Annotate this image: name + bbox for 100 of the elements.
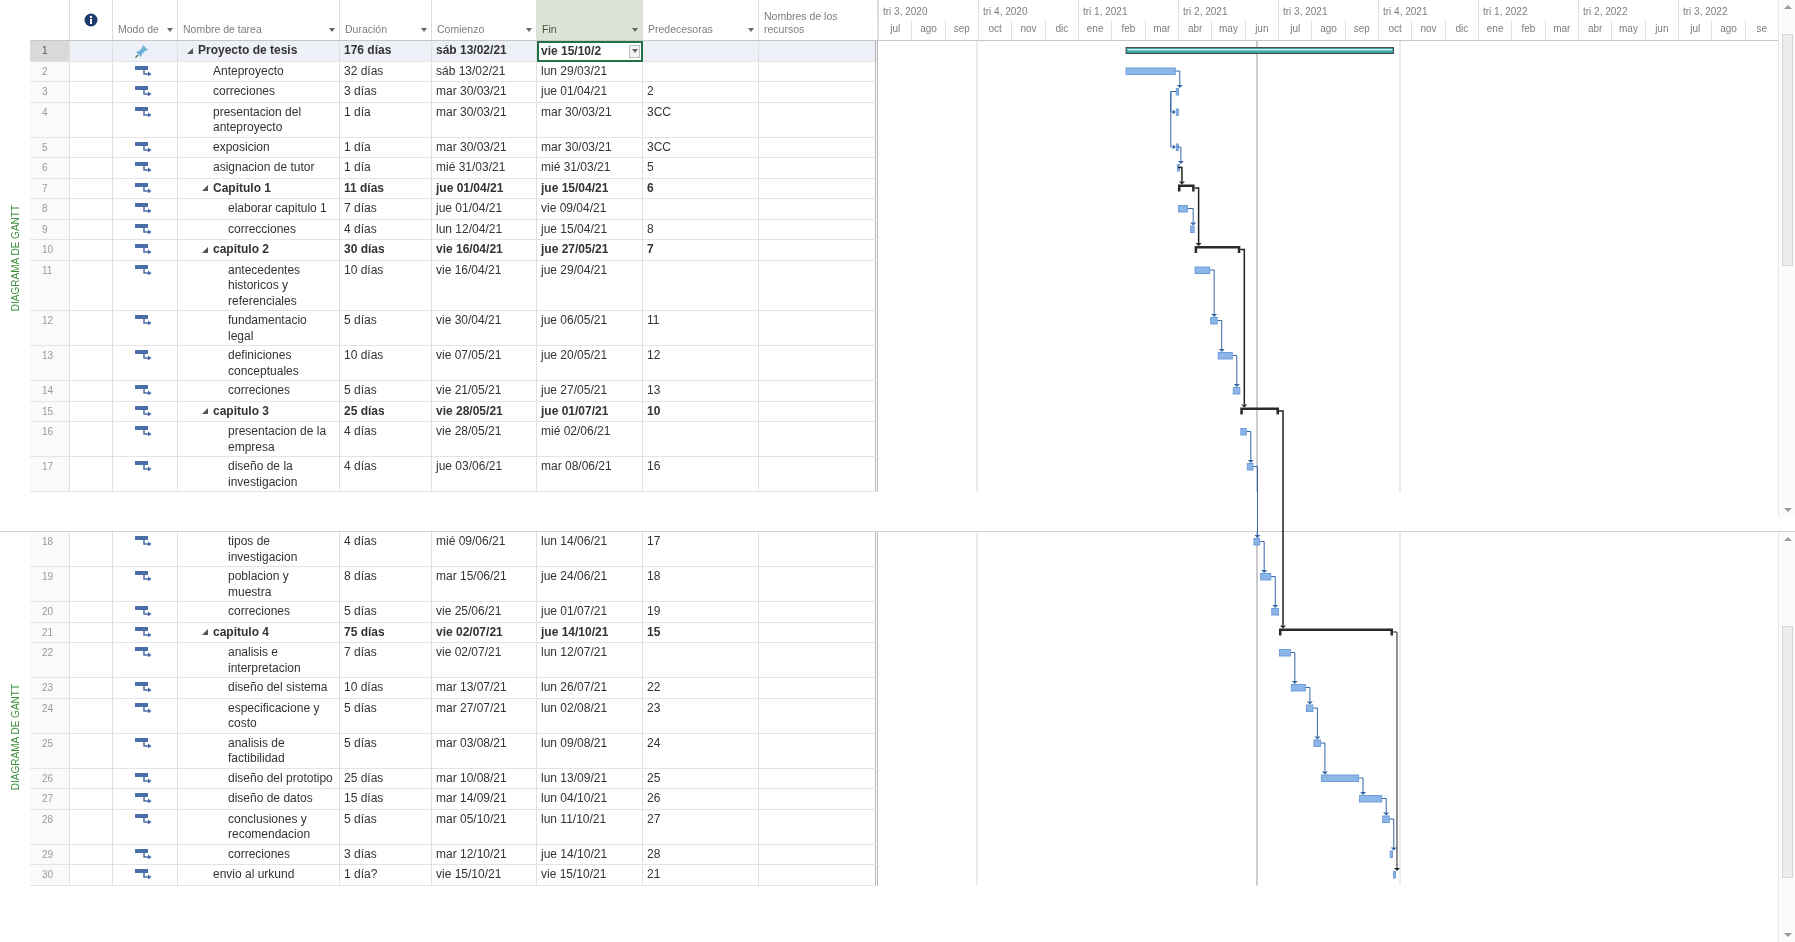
table-cell: vie 07/05/21 bbox=[432, 346, 537, 381]
table-cell: jue 01/04/21 bbox=[537, 82, 643, 103]
row-number[interactable]: 20 bbox=[30, 602, 70, 623]
column-header[interactable]: Nombre de tarea bbox=[178, 0, 340, 40]
month-label: ene bbox=[1478, 20, 1512, 40]
collapse-icon[interactable] bbox=[201, 407, 209, 416]
column-header[interactable]: Predecesoras bbox=[643, 0, 759, 40]
row-number[interactable]: 16 bbox=[30, 422, 70, 457]
row-number[interactable]: 21 bbox=[30, 622, 70, 643]
table-cell: mié 31/03/21 bbox=[537, 158, 643, 179]
row-number[interactable]: 25 bbox=[30, 733, 70, 769]
collapse-icon[interactable] bbox=[201, 184, 209, 193]
scroll-up-icon[interactable] bbox=[1783, 5, 1792, 9]
row-number[interactable]: 8 bbox=[30, 199, 70, 220]
row-number[interactable]: 27 bbox=[30, 789, 70, 810]
row-number[interactable]: 23 bbox=[30, 678, 70, 699]
scroll-up-icon[interactable] bbox=[1783, 537, 1792, 541]
row-number[interactable]: 10 bbox=[30, 240, 70, 261]
scroll-down-icon[interactable] bbox=[1783, 933, 1792, 937]
quarter-label: tri 1, 2022 bbox=[1478, 0, 1578, 20]
task-name: diseño de datos bbox=[228, 791, 314, 807]
collapse-icon[interactable] bbox=[186, 46, 194, 55]
scrollbar[interactable] bbox=[1778, 532, 1795, 942]
month-label: ene bbox=[1078, 20, 1112, 40]
scroll-down-icon[interactable] bbox=[1783, 508, 1792, 512]
column-header[interactable]: Modo de bbox=[113, 0, 178, 40]
scroll-thumb[interactable] bbox=[1782, 626, 1793, 878]
task-bar bbox=[1210, 317, 1218, 325]
column-header[interactable]: Fin bbox=[537, 0, 643, 40]
row-number[interactable]: 3 bbox=[30, 82, 70, 103]
dropdown-icon[interactable] bbox=[632, 28, 638, 32]
row-number[interactable]: 7 bbox=[30, 178, 70, 199]
table-cell: 13 bbox=[643, 381, 759, 402]
row-number[interactable]: 6 bbox=[30, 158, 70, 179]
row-number[interactable]: 14 bbox=[30, 381, 70, 402]
dropdown-icon[interactable] bbox=[329, 28, 335, 32]
row-number[interactable]: 18 bbox=[30, 532, 70, 567]
month-label: ago bbox=[1711, 20, 1745, 40]
table-cell: jue 15/04/21 bbox=[537, 219, 643, 240]
row-number[interactable]: 17 bbox=[30, 457, 70, 492]
table-cell: 25 bbox=[643, 768, 759, 789]
row-number[interactable]: 26 bbox=[30, 768, 70, 789]
scrollbar[interactable] bbox=[1778, 0, 1795, 517]
row-number[interactable]: 13 bbox=[30, 346, 70, 381]
dropdown-icon[interactable] bbox=[421, 28, 427, 32]
collapse-icon[interactable] bbox=[201, 245, 209, 254]
row-number[interactable]: 19 bbox=[30, 567, 70, 602]
table-cell: mar 05/10/21 bbox=[432, 809, 537, 845]
summary-bar bbox=[1177, 184, 1195, 192]
row-number[interactable]: 2 bbox=[30, 61, 70, 82]
table-cell: mar 30/03/21 bbox=[432, 137, 537, 158]
column-header[interactable]: Duración bbox=[340, 0, 432, 40]
row-number[interactable]: 12 bbox=[30, 311, 70, 346]
quarter-label: tri 3, 2021 bbox=[1278, 0, 1378, 20]
table-cell: jue 14/10/21 bbox=[537, 622, 643, 643]
table-cell: 176 días bbox=[340, 41, 432, 62]
row-number[interactable]: 11 bbox=[30, 260, 70, 311]
table-cell: jue 20/05/21 bbox=[537, 346, 643, 381]
table-cell: 24 bbox=[643, 733, 759, 769]
table-cell: 10 días bbox=[340, 678, 432, 699]
month-label: ago bbox=[911, 20, 945, 40]
row-number[interactable]: 24 bbox=[30, 698, 70, 734]
table-cell: lun 09/08/21 bbox=[537, 733, 643, 769]
dropdown-button[interactable] bbox=[629, 44, 640, 58]
row-number[interactable]: 22 bbox=[30, 643, 70, 678]
date-field[interactable]: vie 15/10/2 bbox=[537, 41, 643, 62]
row-number[interactable]: 9 bbox=[30, 219, 70, 240]
column-header[interactable]: Nombres de los recursos bbox=[759, 0, 878, 40]
dropdown-icon[interactable] bbox=[167, 28, 173, 32]
row-number[interactable]: 4 bbox=[30, 102, 70, 138]
table-cell: 10 bbox=[643, 401, 759, 422]
task-name: Proyecto de tesis bbox=[198, 43, 299, 59]
task-name: envio al urkund bbox=[213, 867, 296, 883]
row-number[interactable]: 29 bbox=[30, 844, 70, 865]
table-cell: jue 27/05/21 bbox=[537, 240, 643, 261]
month-label: jul bbox=[878, 20, 912, 40]
dropdown-icon[interactable] bbox=[526, 28, 532, 32]
month-label: sep bbox=[1344, 20, 1378, 40]
task-bar bbox=[1125, 67, 1176, 75]
row-number[interactable]: 1 bbox=[30, 41, 70, 62]
row-number[interactable]: 5 bbox=[30, 137, 70, 158]
row-number[interactable]: 30 bbox=[30, 865, 70, 886]
quarter-label: tri 1, 2021 bbox=[1078, 0, 1178, 20]
table-cell: 12 bbox=[643, 346, 759, 381]
table-cell: 27 bbox=[643, 809, 759, 845]
table-cell: lun 14/06/21 bbox=[537, 532, 643, 567]
collapse-icon[interactable] bbox=[201, 628, 209, 637]
task-bar bbox=[1217, 352, 1233, 360]
scroll-thumb[interactable] bbox=[1782, 34, 1793, 266]
row-number[interactable]: 15 bbox=[30, 401, 70, 422]
table-cell: sáb 13/02/21 bbox=[432, 41, 537, 62]
row-number[interactable]: 28 bbox=[30, 809, 70, 845]
month-label: sep bbox=[944, 20, 978, 40]
dropdown-icon[interactable] bbox=[748, 28, 754, 32]
dependency-arrow bbox=[1209, 269, 1218, 317]
task-name: correciones bbox=[228, 604, 292, 620]
table-cell: 1 día? bbox=[340, 865, 432, 886]
month-label: oct bbox=[978, 20, 1012, 40]
task-bar bbox=[1382, 815, 1390, 823]
table-cell: 3 días bbox=[340, 82, 432, 103]
